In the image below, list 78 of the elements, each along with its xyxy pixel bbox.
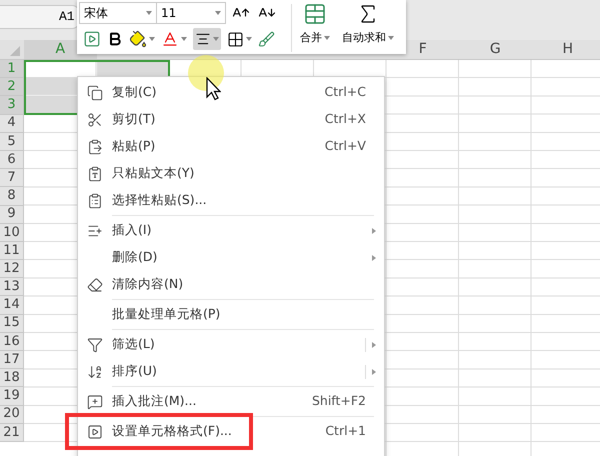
bold-icon[interactable]	[107, 31, 123, 47]
menu-label: 筛选(L)	[112, 335, 155, 354]
row-header[interactable]: 19	[0, 387, 24, 406]
clipboard-icon	[87, 138, 103, 154]
row-header[interactable]: 11	[0, 242, 24, 260]
menu-item[interactable]: 设置单元格格式(F)... Ctrl+1	[78, 418, 384, 445]
caret-icon	[215, 11, 221, 15]
row-header[interactable]: 7	[0, 169, 24, 188]
menu-item[interactable]: 复制(C) Ctrl+C	[78, 79, 384, 106]
comment-add-icon	[87, 394, 103, 410]
menu-label: 插入(I)	[112, 221, 152, 240]
cursor-highlight	[188, 55, 224, 91]
borders-icon[interactable]	[227, 30, 244, 48]
merge-icon[interactable]	[303, 2, 327, 26]
shortcut-text: Ctrl+X	[324, 110, 366, 128]
font-dropdown[interactable]: 宋体	[79, 2, 157, 24]
scissors-icon	[87, 112, 103, 128]
clipboard-list-icon	[87, 192, 103, 208]
eraser-icon	[87, 276, 103, 292]
menu-item[interactable]: 筛选(L)	[78, 331, 384, 358]
shortcut-text: Ctrl+1	[325, 422, 366, 440]
caret-icon	[146, 11, 152, 15]
row-header[interactable]: 18	[0, 369, 24, 388]
row-header[interactable]: 14	[0, 296, 24, 315]
name-box[interactable]: A1	[0, 5, 80, 29]
menu-label: 复制(C)	[112, 83, 156, 102]
font-color-icon[interactable]	[161, 30, 179, 48]
menu-label: 删除(D)	[112, 248, 158, 266]
shortcut-text: Ctrl+C	[324, 83, 366, 102]
row-header[interactable]: 21	[0, 424, 24, 442]
clipboard-text-icon	[87, 166, 103, 182]
row-header[interactable]: 9	[0, 206, 24, 224]
menu-item[interactable]: 插入批注(M)... Shift+F2	[78, 388, 384, 415]
align-center-icon	[195, 31, 211, 47]
menu-label: 选择性粘贴(S)...	[112, 191, 207, 210]
menu-item[interactable]: 删除(D)	[78, 244, 384, 271]
autosum-button[interactable]: 自动求和	[342, 30, 394, 46]
menu-item[interactable]: 选择性粘贴(S)...	[78, 187, 384, 214]
align-button[interactable]	[193, 28, 221, 50]
format-cells-icon	[87, 424, 103, 440]
column-header[interactable]: G	[459, 40, 532, 59]
menu-label: 设置单元格格式(F)...	[112, 422, 232, 440]
menu-label: 插入批注(M)...	[112, 392, 196, 410]
row-header[interactable]: 12	[0, 260, 24, 278]
menu-label: 批量处理单元格(P)	[112, 305, 220, 324]
copy-icon	[87, 84, 103, 100]
row-header[interactable]: 8	[0, 187, 24, 206]
row-header[interactable]: 10	[0, 224, 24, 242]
shortcut-text: Shift+F2	[312, 392, 366, 410]
fill-color-icon[interactable]	[129, 30, 147, 48]
wrap-text-icon[interactable]	[83, 30, 101, 48]
format-painter-icon[interactable]	[258, 30, 275, 48]
row-header[interactable]: 6	[0, 150, 24, 170]
menu-label: 清除内容(N)	[112, 275, 184, 294]
row-header[interactable]: 17	[0, 351, 24, 370]
row-header[interactable]: 20	[0, 406, 24, 424]
menu-item[interactable]: 粘贴(P) Ctrl+V	[78, 133, 384, 160]
row-header[interactable]: 5	[0, 132, 24, 151]
row-header[interactable]: 16	[0, 332, 24, 351]
merge-button[interactable]: 合并	[300, 30, 330, 46]
filter-icon	[87, 336, 103, 352]
menu-label: 只粘贴文本(Y)	[112, 164, 194, 182]
menu-item[interactable]: 剪切(T) Ctrl+X	[78, 106, 384, 133]
row-header[interactable]: 15	[0, 314, 24, 333]
menu-item[interactable]: 排序(U)	[78, 358, 384, 385]
row-header[interactable]: 4	[0, 114, 24, 133]
menu-label: 粘贴(P)	[112, 137, 156, 156]
shortcut-text: Ctrl+V	[324, 137, 366, 156]
menu-label: 排序(U)	[112, 362, 157, 380]
font-size-dropdown[interactable]: 11	[157, 2, 226, 24]
menu-item[interactable]: 批量处理单元格(P)	[78, 301, 384, 328]
column-header[interactable]: H	[532, 40, 600, 59]
row-header[interactable]: 13	[0, 278, 24, 296]
menu-item[interactable]: 插入(I)	[78, 217, 384, 244]
menu-item[interactable]: 清除内容(N)	[78, 271, 384, 298]
menu-label: 剪切(T)	[112, 110, 156, 128]
sort-icon	[87, 364, 103, 380]
menu-item[interactable]: 只粘贴文本(Y)	[78, 160, 384, 187]
